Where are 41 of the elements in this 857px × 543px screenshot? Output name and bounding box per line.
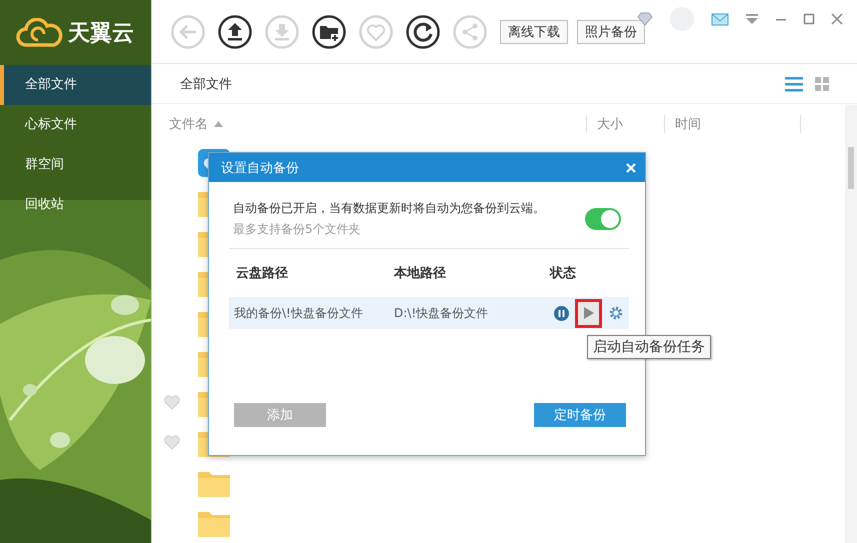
sort-up-icon — [214, 120, 223, 127]
upload-icon[interactable] — [218, 14, 252, 49]
status-message: 自动备份已开启，当有数据更新时将自动为您备份到云端。 — [233, 200, 545, 217]
sidebar-item[interactable]: 回收站 — [0, 185, 151, 225]
refresh-icon[interactable] — [406, 14, 440, 49]
sidebar-item[interactable]: 心标文件 — [0, 105, 151, 145]
sidebar-item[interactable]: 群空间 — [0, 145, 151, 185]
scrollbar[interactable] — [845, 105, 857, 543]
dialog-title: 设置自动备份 — [221, 160, 299, 176]
grid-view-icon[interactable] — [813, 76, 831, 92]
column-header: 本地路径 — [394, 265, 447, 282]
column-header: 云盘路径 — [236, 265, 289, 282]
local-path: D:\!快盘备份文件 — [394, 304, 490, 322]
play-icon — [582, 306, 594, 320]
hint-text: 最多支持备份5个文件夹 — [233, 221, 362, 238]
pause-icon[interactable] — [554, 306, 569, 320]
mail-icon[interactable] — [711, 12, 729, 26]
new-folder-icon[interactable] — [312, 14, 346, 49]
column-header[interactable]: 时间 — [675, 114, 701, 133]
cloud-logo-icon — [16, 18, 64, 48]
dropdown-icon[interactable] — [745, 13, 759, 25]
column-header[interactable]: 大小 — [597, 114, 623, 133]
play-button[interactable] — [575, 298, 602, 328]
list-view-icon[interactable] — [785, 76, 803, 92]
column-header: 状态 — [550, 265, 577, 282]
toolbar-button[interactable]: 照片备份 — [577, 20, 645, 44]
column-header[interactable]: 文件名 — [169, 114, 208, 133]
heart-icon[interactable] — [164, 435, 180, 450]
heart-icon[interactable] — [164, 395, 180, 410]
diamond-icon[interactable] — [637, 12, 653, 26]
sidebar-item[interactable]: 全部文件 — [0, 65, 151, 105]
cloud-path: 我的备份\!快盘备份文件 — [234, 304, 364, 322]
toolbar-button[interactable]: 离线下载 — [500, 20, 568, 44]
settings-icon[interactable] — [608, 305, 624, 321]
app-name: 天翼云 — [68, 20, 134, 48]
breadcrumb[interactable]: 全部文件 — [180, 74, 232, 93]
maximize-icon[interactable] — [803, 13, 815, 25]
close-icon[interactable] — [831, 13, 843, 25]
toggle-switch[interactable] — [585, 208, 621, 230]
tooltip: 启动自动备份任务 — [587, 335, 711, 359]
backup-row[interactable]: 我的备份\!快盘备份文件 D:\!快盘备份文件 — [229, 297, 629, 329]
